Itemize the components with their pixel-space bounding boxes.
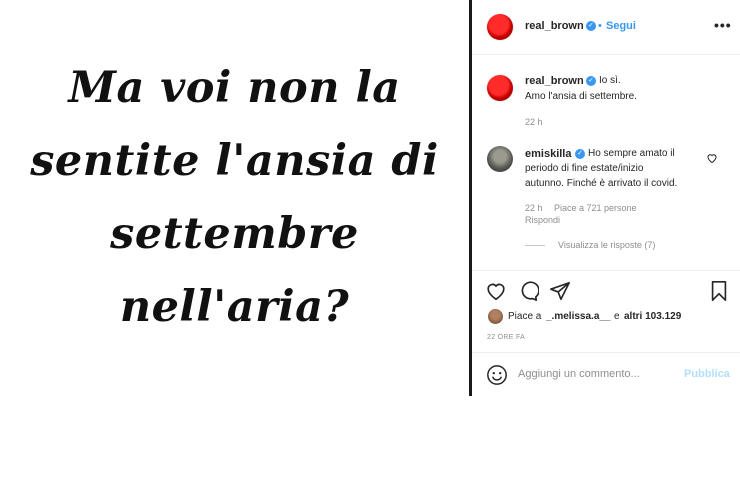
author-avatar[interactable] bbox=[487, 14, 513, 40]
likes-others-count[interactable]: altri 103.129 bbox=[624, 311, 681, 322]
more-options-icon[interactable]: ••• bbox=[714, 17, 732, 33]
likes-username[interactable]: _.melissa.a__ bbox=[546, 311, 611, 322]
caption-username[interactable]: real_brown bbox=[525, 75, 584, 87]
view-replies-button[interactable]: Visualizza le risposte (7) bbox=[558, 240, 655, 250]
caption-timestamp[interactable]: 22 h bbox=[525, 117, 543, 127]
likes-prefix: Piace a bbox=[508, 311, 542, 322]
likes-and: e bbox=[614, 311, 620, 322]
caption-verified-badge-icon: ✓ bbox=[586, 76, 596, 86]
actions-separator bbox=[472, 270, 740, 271]
comment-box-separator bbox=[472, 352, 740, 353]
post-image-text: Ma voi non la sentite l'ansia di settemb… bbox=[30, 63, 439, 332]
comment-text-line1: Ho sempre amato il bbox=[588, 148, 675, 159]
view-replies-dash bbox=[525, 245, 545, 246]
comment-reply-button[interactable]: Rispondi bbox=[525, 215, 560, 225]
caption-author-avatar[interactable] bbox=[487, 75, 513, 101]
verified-badge-icon: ✓ bbox=[586, 21, 596, 31]
post-header: real_brown ✓ • Segui ••• bbox=[472, 0, 740, 55]
follow-button[interactable]: Segui bbox=[606, 20, 636, 32]
post-side-panel: real_brown ✓ • Segui ••• real_brown ✓ Io… bbox=[472, 0, 740, 396]
post-time-ago[interactable]: 22 ORE FA bbox=[487, 334, 525, 341]
share-paper-plane-icon[interactable] bbox=[549, 280, 571, 302]
likes-user-avatar[interactable] bbox=[488, 309, 503, 324]
commenter-verified-badge-icon: ✓ bbox=[575, 149, 585, 159]
publish-comment-button[interactable]: Pubblica bbox=[684, 368, 730, 380]
comment-timestamp[interactable]: 22 h bbox=[525, 203, 543, 213]
separator-dot: • bbox=[598, 20, 602, 32]
post-image[interactable]: Ma voi non la sentite l'ansia di settemb… bbox=[0, 0, 469, 396]
caption-text-line1: Io sì. bbox=[599, 75, 621, 86]
save-bookmark-icon[interactable] bbox=[708, 280, 730, 302]
comment-text-line2: periodo di fine estate/inizio bbox=[525, 163, 644, 174]
add-comment-input[interactable]: Aggiungi un commento... bbox=[518, 368, 640, 380]
caption-text-line2: Amo l'ansia di settembre. bbox=[525, 91, 637, 102]
comment-like-heart-icon[interactable] bbox=[706, 152, 718, 164]
comment-likes-count[interactable]: Piace a 721 persone bbox=[554, 203, 637, 213]
comment-text-line3: autunno. Finché è arrivato il covid. bbox=[525, 178, 678, 189]
author-username[interactable]: real_brown bbox=[525, 20, 584, 32]
emoji-smiley-icon[interactable] bbox=[486, 364, 508, 386]
commenter-username[interactable]: emiskilla bbox=[525, 148, 571, 160]
commenter-avatar[interactable] bbox=[487, 146, 513, 172]
like-heart-icon[interactable] bbox=[485, 280, 507, 302]
comment-bubble-icon[interactable] bbox=[517, 280, 539, 302]
